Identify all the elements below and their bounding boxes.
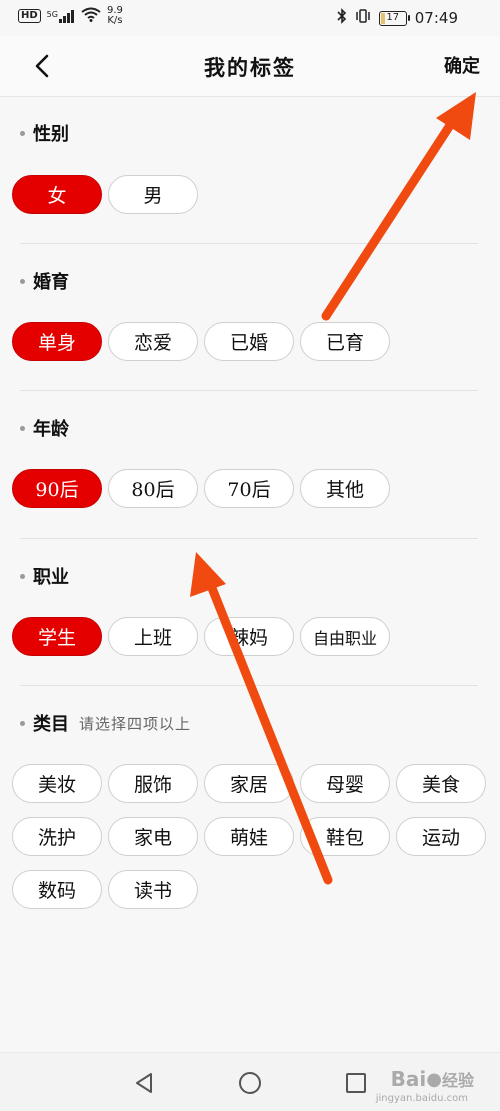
chip-gender-1[interactable]: 男 [108, 175, 198, 214]
bluetooth-icon [337, 8, 347, 28]
chip-category-7[interactable]: 萌娃 [204, 817, 294, 856]
battery-level: 17 [386, 12, 400, 23]
chip-marriage-0[interactable]: 单身 [12, 322, 102, 361]
chip-job-3[interactable]: 自由职业 [300, 617, 390, 656]
chip-category-5[interactable]: 洗护 [12, 817, 102, 856]
chips-gender: 女男 [12, 175, 492, 214]
bullet-dot [20, 573, 25, 579]
bullet-dot [20, 720, 25, 726]
battery-icon: 17 [378, 10, 410, 26]
chip-marriage-2[interactable]: 已婚 [204, 322, 294, 361]
clock: 07:49 [414, 9, 458, 27]
paw-icon: ● [426, 1068, 442, 1090]
chip-age-0[interactable]: 90后 [12, 469, 102, 508]
nav-home-button[interactable] [238, 1071, 262, 1095]
chip-category-11[interactable]: 读书 [108, 870, 198, 909]
chip-job-2[interactable]: 辣妈 [204, 617, 294, 656]
section-title-text: 年龄 [33, 419, 69, 440]
nav-bar: Bai ● 经验 jingyan.baidu.com [0, 1052, 500, 1111]
section-title-job: 职业 [20, 563, 69, 589]
square-recent-icon [346, 1073, 366, 1093]
chip-age-3[interactable]: 其他 [300, 469, 390, 508]
chip-marriage-3[interactable]: 已育 [300, 322, 390, 361]
chip-category-2[interactable]: 家居 [204, 764, 294, 803]
bullet-dot [20, 130, 25, 136]
chip-job-0[interactable]: 学生 [12, 617, 102, 656]
chip-category-1[interactable]: 服饰 [108, 764, 198, 803]
chip-category-10[interactable]: 数码 [12, 870, 102, 909]
chip-category-9[interactable]: 运动 [396, 817, 486, 856]
vibrate-icon [355, 9, 371, 27]
watermark: Bai ● 经验 [391, 1067, 474, 1091]
watermark-suffix: 经验 [441, 1071, 474, 1090]
section-title-text: 婚育 [33, 272, 69, 293]
section-title-gender: 性别 [20, 120, 69, 146]
nav-back-button[interactable] [132, 1071, 156, 1095]
section-title-age: 年龄 [20, 415, 69, 441]
chip-age-2[interactable]: 70后 [204, 469, 294, 508]
watermark-sub: jingyan.baidu.com [375, 1093, 468, 1104]
section-title-category: 类目 请选择四项以上 [20, 710, 191, 736]
status-bar: HD 5G 9.9 K/s 17 07:49 [0, 0, 500, 36]
nav-recent-button[interactable] [344, 1071, 368, 1095]
chip-marriage-1[interactable]: 恋爱 [108, 322, 198, 361]
divider [20, 390, 478, 391]
chips-age: 90后 80后 70后 其他 [12, 469, 492, 508]
watermark-brand: Bai [390, 1067, 427, 1091]
divider [20, 538, 478, 539]
section-title-text: 性别 [33, 124, 69, 145]
status-left: HD 5G 9.9 K/s [18, 6, 123, 26]
divider [20, 243, 478, 244]
bullet-dot [20, 278, 25, 284]
signal-icon: 5G [46, 9, 75, 23]
hd-badge: HD [18, 9, 41, 23]
chips-category: 美妆 服饰 家居 母婴 美食洗护 家电 萌娃 鞋包 运动数码 读书 [12, 764, 492, 909]
header: 我的标签 确定 [0, 36, 500, 97]
section-title-text: 职业 [33, 567, 69, 588]
chip-gender-0[interactable]: 女 [12, 175, 102, 214]
annotation-arrows [190, 92, 476, 885]
triangle-back-icon [136, 1073, 152, 1093]
confirm-button[interactable]: 确定 [444, 52, 480, 78]
bullet-dot [20, 425, 25, 431]
battery-fill [380, 12, 385, 24]
wifi-icon [81, 7, 101, 26]
section-title-text: 类目 [33, 714, 69, 735]
net-speed: 9.9 K/s [107, 6, 123, 26]
chip-category-3[interactable]: 母婴 [300, 764, 390, 803]
chip-category-4[interactable]: 美食 [396, 764, 486, 803]
signal-label: 5G [46, 9, 58, 19]
chip-category-8[interactable]: 鞋包 [300, 817, 390, 856]
section-title-marriage: 婚育 [20, 268, 69, 294]
circle-home-icon [239, 1072, 261, 1094]
chip-job-1[interactable]: 上班 [108, 617, 198, 656]
category-hint: 请选择四项以上 [79, 714, 192, 733]
net-speed-unit: K/s [107, 15, 123, 26]
chip-age-1[interactable]: 80后 [108, 469, 198, 508]
chip-category-0[interactable]: 美妆 [12, 764, 102, 803]
status-right: 17 07:49 [337, 8, 458, 28]
chips-marriage: 单身 恋爱 已婚 已育 [12, 322, 492, 361]
chip-category-6[interactable]: 家电 [108, 817, 198, 856]
divider [20, 685, 478, 686]
page: HD 5G 9.9 K/s 17 07:49 我的标签 确定 性别 女 男 婚育… [0, 0, 500, 1111]
page-title: 我的标签 [204, 55, 296, 80]
chips-job: 学生 上班 辣妈 自由职业 [12, 617, 492, 656]
